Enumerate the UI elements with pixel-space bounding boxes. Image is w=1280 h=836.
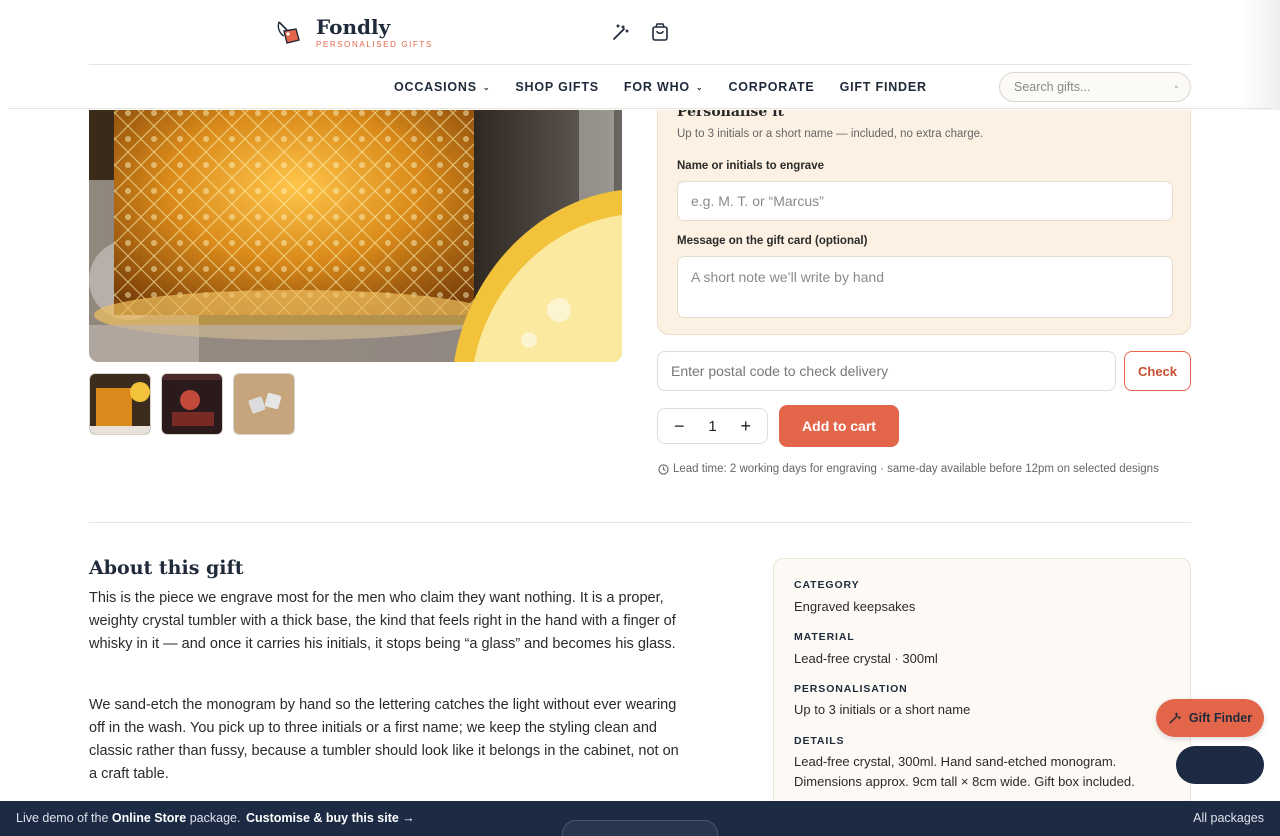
nav-gift-finder[interactable]: GIFT FINDER <box>840 78 927 96</box>
magic-wand-icon[interactable] <box>611 22 631 42</box>
category-label: CATEGORY <box>794 579 860 591</box>
gift-message-label: Message on the gift card (optional) <box>677 235 868 247</box>
gift-tag-logo-icon <box>277 20 300 44</box>
brand-name: Fondly <box>316 15 391 39</box>
nav-corporate[interactable]: CORPORATE <box>728 78 814 96</box>
personalisation-label: PERSONALISATION <box>794 683 908 695</box>
lead-time-text: Lead time: 2 working days for engraving … <box>673 463 1159 475</box>
demo-bottom-bar: Live demo of the Online Store package. C… <box>0 801 1280 836</box>
all-packages-link[interactable]: All packages <box>1193 811 1264 825</box>
chevron-down-icon: ⌄ <box>482 82 491 92</box>
brand-logo[interactable]: Fondly PERSONALISED GIFTS <box>276 16 433 49</box>
postal-code-input[interactable] <box>657 351 1116 391</box>
lead-time-note: Lead time: 2 working days for engraving … <box>658 463 1159 475</box>
details-value: Lead-free crystal, 300ml. Hand sand-etch… <box>794 754 1135 789</box>
personalise-panel: Personalise it Up to 3 initials or a sho… <box>657 100 1191 335</box>
product-details-card: CATEGORY Engraved keepsakes MATERIAL Lea… <box>773 558 1191 818</box>
search-input[interactable] <box>1014 80 1175 94</box>
about-title: About this gift <box>89 557 244 579</box>
customise-buy-link[interactable]: Customise & buy this site → <box>246 811 415 825</box>
site-header: Fondly PERSONALISED GIFTS OCCASIONS ⌄ SHO… <box>0 0 1280 110</box>
decrease-quantity-button[interactable]: − <box>674 416 685 437</box>
thumbnail-2[interactable] <box>161 373 223 435</box>
demo-notice: Live demo of the Online Store package. <box>16 811 241 825</box>
increase-quantity-button[interactable]: + <box>740 416 751 437</box>
thumbnail-3[interactable] <box>233 373 295 435</box>
category-value: Engraved keepsakes <box>794 599 916 614</box>
nav-for-who[interactable]: FOR WHO ⌄ <box>624 78 704 96</box>
engrave-name-label: Name or initials to engrave <box>677 160 824 172</box>
add-to-cart-button[interactable]: Add to cart <box>779 405 899 447</box>
chevron-down-icon: ⌄ <box>695 82 704 92</box>
main-nav: OCCASIONS ⌄ SHOP GIFTS FOR WHO ⌄ CORPORATE… <box>394 78 952 96</box>
brand-tagline: PERSONALISED GIFTS <box>316 40 433 49</box>
search-box <box>999 72 1191 102</box>
clock-icon <box>658 463 669 475</box>
gift-finder-floating-button[interactable]: Gift Finder <box>1156 699 1264 737</box>
quantity-stepper: − 1 + <box>657 408 768 444</box>
shopping-bag-icon[interactable] <box>650 22 670 42</box>
material-value: Lead-free crystal · 300ml <box>794 651 938 666</box>
toolbar-dock[interactable] <box>562 820 718 836</box>
material-label: MATERIAL <box>794 631 855 643</box>
product-main-photo[interactable] <box>89 100 622 362</box>
check-delivery-button[interactable]: Check <box>1124 351 1191 391</box>
header-bottom-border <box>8 108 1272 109</box>
chat-launcher-button[interactable] <box>1176 746 1264 784</box>
section-divider <box>89 522 1191 523</box>
personalisation-value: Up to 3 initials or a short name <box>794 702 971 717</box>
tumbler-thumb-image <box>90 374 150 434</box>
about-paragraph-1: This is the piece we engrave most for th… <box>89 590 676 652</box>
header-divider <box>89 64 1191 65</box>
gift-message-textarea[interactable] <box>677 256 1173 318</box>
whisky-tumbler-image <box>89 100 622 362</box>
nav-shop-gifts[interactable]: SHOP GIFTS <box>515 78 598 96</box>
quantity-value: 1 <box>708 417 717 435</box>
header-edge-shade <box>1240 0 1280 110</box>
magic-wand-icon <box>1169 712 1181 724</box>
engraving-workshop-thumb-image <box>162 374 222 434</box>
about-paragraph-2: We sand-etch the monogram by hand so the… <box>89 697 679 782</box>
details-label: DETAILS <box>794 735 845 747</box>
thumbnail-strip <box>89 373 295 435</box>
personalise-subtitle: Up to 3 initials or a short name — inclu… <box>677 128 984 140</box>
search-icon[interactable] <box>1175 80 1178 94</box>
engrave-name-input[interactable] <box>677 181 1173 221</box>
nav-occasions[interactable]: OCCASIONS ⌄ <box>394 78 490 96</box>
thumbnail-1[interactable] <box>89 373 151 435</box>
cufflinks-thumb-image <box>234 374 294 434</box>
